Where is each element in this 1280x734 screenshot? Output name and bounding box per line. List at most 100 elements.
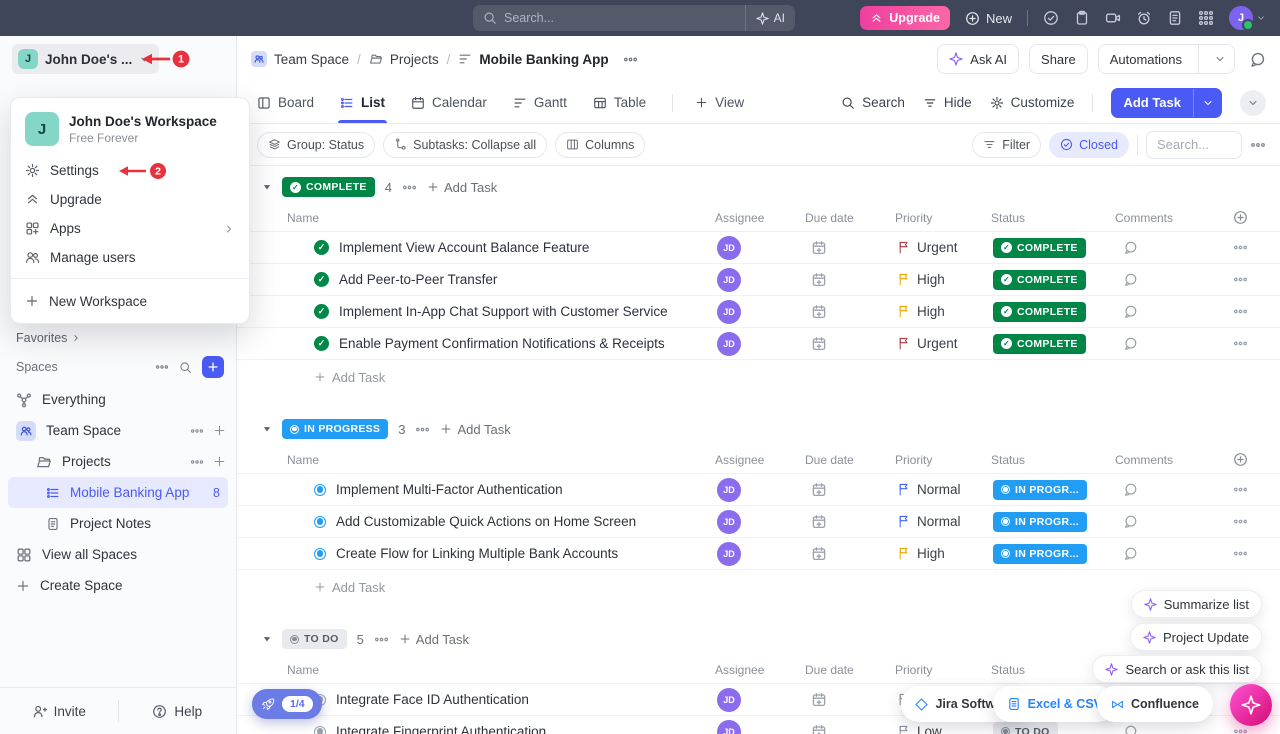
menu-item-new-workspace[interactable]: New Workspace [11,285,249,317]
priority-cell[interactable]: Normal [889,482,985,497]
new-button[interactable]: New [965,11,1012,26]
priority-cell[interactable]: High [889,304,985,319]
row-actions-icon[interactable] [1219,724,1268,734]
help-button[interactable]: Help [119,704,237,719]
comment-icon[interactable] [1109,482,1219,497]
status-badge[interactable]: IN PROGR... [993,544,1087,564]
menu-item-apps[interactable]: Apps [11,214,249,243]
group-options-icon[interactable] [402,180,417,195]
priority-cell[interactable]: Normal [889,514,985,529]
task-name[interactable]: Implement In-App Chat Support with Custo… [339,304,668,319]
sidebar-item-everything[interactable]: Everything [0,384,236,415]
assignee-avatar[interactable]: JD [717,478,741,502]
assignee-avatar[interactable]: JD [717,510,741,534]
priority-cell[interactable]: Urgent [889,240,985,255]
column-priority[interactable]: Priority [889,453,985,467]
task-status-icon[interactable] [314,548,326,560]
due-date-cell[interactable] [799,514,889,530]
group-status-badge[interactable]: IN PROGRESS [282,419,388,439]
assignee-avatar[interactable]: JD [717,236,741,260]
row-actions-icon[interactable] [1219,514,1268,529]
table-row[interactable]: Enable Payment Confirmation Notification… [237,328,1280,360]
add-task-row[interactable]: Add Task [237,360,1280,394]
column-status[interactable]: Status [985,453,1109,467]
onboarding-progress-pill[interactable]: 1/4 [252,689,322,719]
spaces-options-icon[interactable] [155,360,169,374]
task-status-icon[interactable] [314,272,329,287]
task-status-icon[interactable] [314,336,329,351]
clickup-logo-icon[interactable] [13,8,33,28]
add-column-icon[interactable] [1219,210,1268,225]
group-by-pill[interactable]: Group: Status [257,132,375,158]
assignee-avatar[interactable]: JD [717,720,741,734]
assignee-avatar[interactable]: JD [717,688,741,712]
sidebar-item-projects[interactable]: Projects [0,446,236,477]
task-name[interactable]: Implement Multi-Factor Authentication [336,482,563,497]
invite-button[interactable]: Invite [0,704,118,719]
spaces-search-icon[interactable] [179,361,192,374]
task-name[interactable]: Add Peer-to-Peer Transfer [339,272,497,287]
group-options-icon[interactable] [415,422,430,437]
task-status-icon[interactable] [314,240,329,255]
tab-calendar[interactable]: Calendar [411,82,487,123]
comment-icon[interactable] [1109,272,1219,287]
column-due-date[interactable]: Due date [799,663,889,677]
table-row[interactable]: Implement View Account Balance Feature J… [237,232,1280,264]
column-priority[interactable]: Priority [889,211,985,225]
add-task-dropdown-icon[interactable] [1194,97,1222,109]
column-assignee[interactable]: Assignee [709,211,799,225]
table-row[interactable]: Add Peer-to-Peer Transfer JD High COMPLE… [237,264,1280,296]
sidebar-item-team-space[interactable]: Team Space [0,415,236,446]
space-options-icon[interactable] [190,424,204,438]
search-or-ask-button[interactable]: Search or ask this list [1092,655,1262,683]
assignee-avatar[interactable]: JD [717,300,741,324]
column-due-date[interactable]: Due date [799,453,889,467]
comment-icon[interactable] [1109,336,1219,351]
folder-add-icon[interactable] [213,455,226,468]
column-due-date[interactable]: Due date [799,211,889,225]
column-name[interactable]: Name [237,453,709,467]
column-status[interactable]: Status [985,211,1109,225]
workspace-switcher[interactable]: J John Doe's ... [12,44,159,74]
assignee-avatar[interactable]: JD [717,542,741,566]
task-status-icon[interactable] [314,726,326,734]
group-status-badge[interactable]: TO DO [282,629,347,649]
search-tasks-button[interactable]: Search [841,95,905,110]
row-actions-icon[interactable] [1219,272,1268,287]
add-task-row[interactable]: Add Task [237,570,1280,604]
automations-dropdown-icon[interactable] [1206,53,1234,65]
column-comments[interactable]: Comments [1109,453,1219,467]
menu-item-upgrade[interactable]: Upgrade [11,185,249,214]
collapse-header-button[interactable] [1240,90,1266,116]
reminder-alarm-icon[interactable] [1136,10,1152,26]
status-badge[interactable]: COMPLETE [993,238,1086,258]
comments-icon[interactable] [1249,51,1266,68]
status-badge[interactable]: IN PROGR... [993,512,1087,532]
notepad-icon[interactable] [1167,10,1183,26]
tab-table[interactable]: Table [593,82,646,123]
subtasks-pill[interactable]: Subtasks: Collapse all [383,132,547,158]
status-badge[interactable]: COMPLETE [993,334,1086,354]
breadcrumb-team-space[interactable]: Team Space [251,51,349,67]
group-add-task-button[interactable]: Add Task [399,632,469,647]
add-column-icon[interactable] [1219,452,1268,467]
status-badge[interactable]: IN PROGR... [993,480,1087,500]
menu-item-settings[interactable]: Settings 2 [11,156,249,185]
task-status-icon[interactable] [314,516,326,528]
filter-pill[interactable]: Filter [972,132,1041,158]
comment-icon[interactable] [1109,514,1219,529]
comment-icon[interactable] [1109,546,1219,561]
customize-button[interactable]: Customize [990,95,1075,110]
group-add-task-button[interactable]: Add Task [427,180,497,195]
column-name[interactable]: Name [237,211,709,225]
due-date-cell[interactable] [799,692,889,708]
todo-check-icon[interactable] [1043,10,1059,26]
task-status-icon[interactable] [314,484,326,496]
due-date-cell[interactable] [799,240,889,256]
assignee-avatar[interactable]: JD [717,268,741,292]
toolbar-options-icon[interactable] [1250,137,1266,153]
priority-cell[interactable]: High [889,546,985,561]
status-badge[interactable]: TO DO [993,722,1058,734]
column-priority[interactable]: Priority [889,663,985,677]
task-name[interactable]: Integrate Fingerprint Authentication [336,724,546,734]
